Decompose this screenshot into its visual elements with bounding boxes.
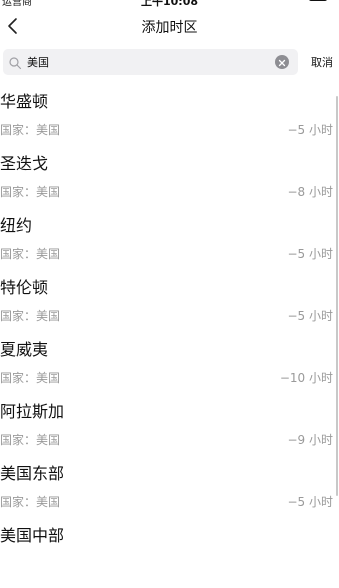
search-icon — [8, 55, 22, 70]
city-name: 美国中部 — [0, 526, 65, 545]
utc-offset: −10 小时 — [279, 371, 333, 385]
list-item[interactable]: 夏威夷 国家：美国 −10 小时 — [0, 340, 339, 402]
timezone-results-list: 华盛顿 国家：美国 −5 小时 圣迭戈 国家：美国 −8 小时 纽约 国家：美国… — [0, 92, 339, 588]
country-label: 国家：美国 — [0, 247, 61, 261]
utc-offset: −8 小时 — [287, 185, 333, 199]
country-label: 国家：美国 — [0, 495, 61, 509]
status-bar: 运营商 上午10:08 — [0, 0, 339, 8]
search-box[interactable] — [3, 49, 298, 75]
scrollbar[interactable] — [336, 96, 338, 496]
cancel-button[interactable]: 取消 — [311, 54, 333, 70]
list-item[interactable]: 美国东部 国家：美国 −5 小时 — [0, 464, 339, 526]
list-item[interactable]: 圣迭戈 国家：美国 −8 小时 — [0, 154, 339, 216]
utc-offset: −5 小时 — [287, 495, 333, 509]
country-label: 国家：美国 — [0, 309, 61, 323]
search-row: 取消 — [0, 48, 339, 76]
battery-icon — [309, 0, 327, 1]
city-name: 阿拉斯加 — [0, 402, 65, 421]
country-label: 国家：美国 — [0, 371, 61, 385]
list-item[interactable]: 美国中部 — [0, 526, 339, 588]
utc-offset: −5 小时 — [287, 247, 333, 261]
search-input[interactable] — [27, 52, 267, 72]
list-item[interactable]: 特伦顿 国家：美国 −5 小时 — [0, 278, 339, 340]
country-label: 国家：美国 — [0, 433, 61, 447]
list-item[interactable]: 阿拉斯加 国家：美国 −9 小时 — [0, 402, 339, 464]
country-label: 国家：美国 — [0, 185, 61, 199]
city-name: 纽约 — [0, 216, 33, 235]
city-name: 美国东部 — [0, 464, 65, 483]
clear-search-icon[interactable] — [275, 55, 289, 69]
page-title: 添加时区 — [141, 20, 198, 36]
utc-offset: −9 小时 — [287, 433, 333, 447]
city-name: 夏威夷 — [0, 340, 49, 359]
city-name: 圣迭戈 — [0, 154, 49, 173]
list-item[interactable]: 华盛顿 国家：美国 −5 小时 — [0, 92, 339, 154]
nav-bar: 添加时区 — [0, 12, 339, 42]
list-item[interactable]: 纽约 国家：美国 −5 小时 — [0, 216, 339, 278]
utc-offset: −5 小时 — [287, 123, 333, 137]
status-time: 上午10:08 — [140, 0, 198, 8]
utc-offset: −5 小时 — [287, 309, 333, 323]
city-name: 特伦顿 — [0, 278, 49, 297]
country-label: 国家：美国 — [0, 123, 61, 137]
city-name: 华盛顿 — [0, 92, 49, 111]
